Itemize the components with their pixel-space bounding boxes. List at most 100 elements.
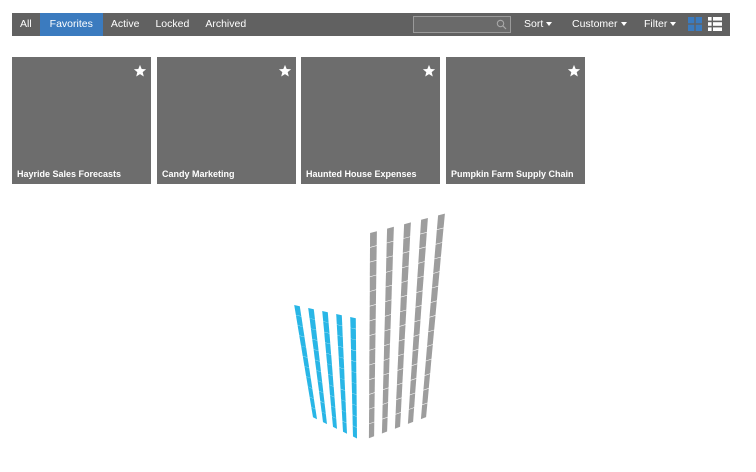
logo-window [369, 290, 377, 306]
star-icon[interactable] [567, 64, 581, 78]
search-icon [496, 19, 507, 30]
logo-window [329, 384, 335, 397]
logo-window [434, 242, 443, 259]
logo-window [369, 275, 377, 292]
logo-window [436, 213, 445, 230]
logo-window [299, 335, 306, 348]
sort-dropdown[interactable]: Sort [524, 13, 553, 36]
logo-window [369, 378, 375, 395]
logo-window [352, 425, 357, 439]
logo-window [297, 325, 305, 337]
logo-window [419, 232, 427, 249]
logo-window [309, 397, 316, 409]
tab-all[interactable]: All [12, 13, 40, 36]
logo-window [316, 370, 323, 383]
logo-window [321, 411, 327, 425]
logo-window [409, 378, 417, 395]
star-icon[interactable] [278, 64, 292, 78]
logo-window [323, 321, 330, 334]
logo-window [411, 349, 419, 366]
logo-window [326, 353, 332, 366]
logo-window [351, 371, 357, 384]
logo-window [407, 407, 415, 424]
logo-window [383, 373, 389, 390]
logo-window [423, 374, 431, 390]
logo-window [310, 328, 318, 341]
logo-window [341, 399, 346, 413]
logo-window [417, 261, 425, 278]
logo-window [400, 281, 408, 297]
card-title: Pumpkin Farm Supply Chain [451, 169, 574, 179]
logo-window [369, 363, 376, 380]
logo-window [383, 344, 390, 361]
logo-window [369, 392, 375, 409]
logo-window [317, 380, 324, 393]
logo-window [402, 237, 411, 253]
logo-window [382, 388, 389, 405]
tab-favorites[interactable]: Favorites [39, 13, 103, 36]
logo-window [328, 374, 334, 387]
logo-window [403, 222, 411, 239]
logo-window [369, 304, 376, 321]
project-card[interactable]: Haunted House Expenses [301, 57, 440, 184]
tab-archived[interactable]: Archived [197, 13, 254, 36]
logo-window [384, 314, 391, 331]
logo-window [304, 366, 311, 379]
logo-window [369, 348, 376, 365]
logo-window [382, 402, 389, 419]
logo-window [369, 245, 377, 262]
project-card[interactable]: Candy Marketing [157, 57, 296, 184]
project-card[interactable]: Pumpkin Farm Supply Chain [446, 57, 585, 184]
filter-dropdown[interactable]: Filter [644, 13, 677, 36]
logo-window [396, 383, 403, 400]
tab-locked[interactable]: Locked [147, 13, 197, 36]
logo-window [325, 342, 332, 355]
logo-window [339, 378, 346, 391]
logo-window [385, 285, 392, 302]
filter-label: Filter [644, 18, 668, 30]
logo-window [352, 393, 357, 406]
logo-window [397, 354, 404, 371]
customer-dropdown[interactable]: Customer [572, 13, 627, 36]
list-view-icon[interactable] [708, 17, 722, 31]
logo-window [369, 260, 377, 277]
tab-active[interactable]: Active [103, 13, 148, 36]
logo-window [424, 359, 432, 376]
logo-window [308, 308, 315, 320]
star-icon[interactable] [133, 64, 147, 78]
logo-window [352, 415, 357, 428]
logo-window [386, 256, 393, 272]
logo-window [430, 286, 439, 303]
logo-window [350, 317, 356, 329]
logo-window [400, 295, 407, 312]
logo-window [301, 345, 308, 358]
logo-window [384, 329, 391, 346]
logo-window [313, 349, 320, 362]
logo-window [429, 301, 437, 317]
logo-window [369, 319, 376, 336]
logo-window [351, 360, 357, 373]
logo-left-facade [294, 305, 357, 439]
logo-window [351, 349, 357, 362]
logo-window [331, 406, 337, 419]
logo-window [369, 334, 376, 350]
logo-window [370, 231, 377, 248]
star-icon[interactable] [422, 64, 436, 78]
card-title: Haunted House Expenses [306, 169, 417, 179]
logo-window [433, 257, 441, 274]
logo-window [337, 335, 344, 348]
project-card[interactable]: Hayride Sales Forecasts [12, 57, 151, 184]
logo-window [324, 332, 331, 344]
search-input[interactable] [413, 16, 511, 33]
logo-window [352, 404, 357, 417]
logo-window [384, 300, 392, 316]
grid-view-icon[interactable] [688, 17, 702, 31]
logo-window [350, 327, 356, 340]
logo-right-facade [368, 213, 445, 439]
logo-window [420, 218, 428, 234]
logo-window [295, 315, 303, 327]
logo-window [336, 324, 343, 337]
sort-label: Sort [524, 18, 544, 30]
customer-label: Customer [572, 18, 618, 30]
logo-window [327, 363, 333, 376]
